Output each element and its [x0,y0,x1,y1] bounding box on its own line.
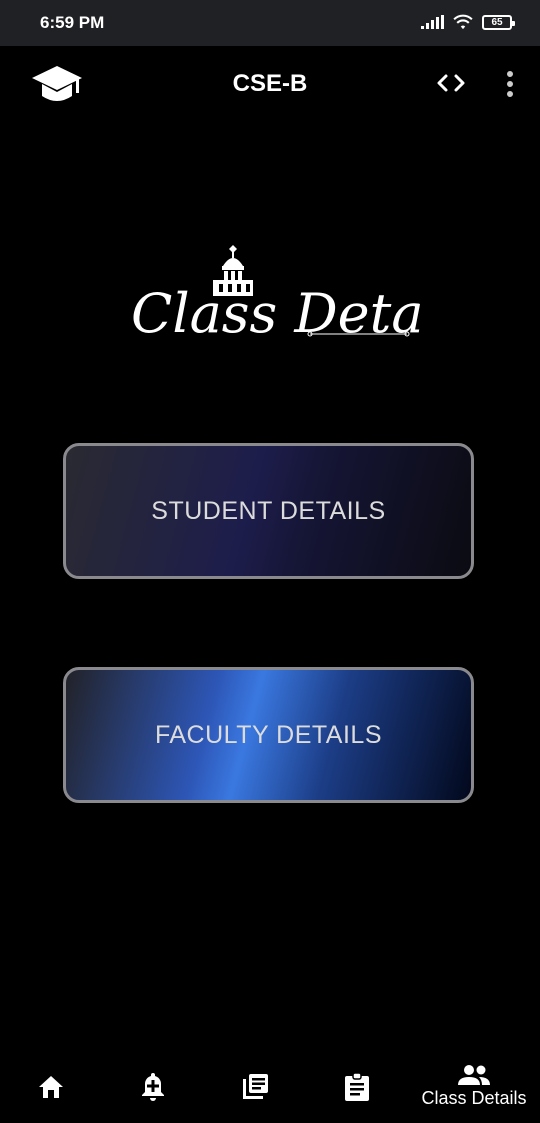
bottom-navigation: Class Details [0,1050,540,1123]
status-icons: 65 [421,14,515,30]
library-books-icon [243,1073,268,1099]
building-icon [213,245,253,296]
nav-class-details[interactable]: Class Details [414,1050,534,1123]
nav-class-details-label: Class Details [421,1088,527,1108]
student-details-button[interactable]: STUDENT DETAILS [63,443,474,579]
status-time: 6:59 PM [40,13,105,32]
nav-home[interactable] [28,1050,74,1123]
wifi-icon [453,14,473,30]
hero-title: Class Details [131,282,420,345]
add-alert-icon [142,1072,164,1101]
faculty-details-button[interactable]: FACULTY DETAILS [63,667,474,803]
nav-assignments[interactable] [334,1050,380,1123]
nav-library[interactable] [232,1050,278,1123]
battery-level: 65 [491,16,503,28]
nav-notifications[interactable] [130,1050,176,1123]
status-bar: 6:59 PM 65 [0,0,540,46]
assignment-icon [345,1071,369,1101]
class-details-logo: Class Details [131,245,420,345]
people-icon [458,1065,490,1085]
battery-icon: 65 [482,14,515,30]
signal-icon [421,15,444,29]
app-bar: CSE-B [0,46,540,124]
code-icon[interactable] [435,70,467,96]
more-vert-icon[interactable] [500,70,520,98]
home-icon [39,1075,63,1098]
